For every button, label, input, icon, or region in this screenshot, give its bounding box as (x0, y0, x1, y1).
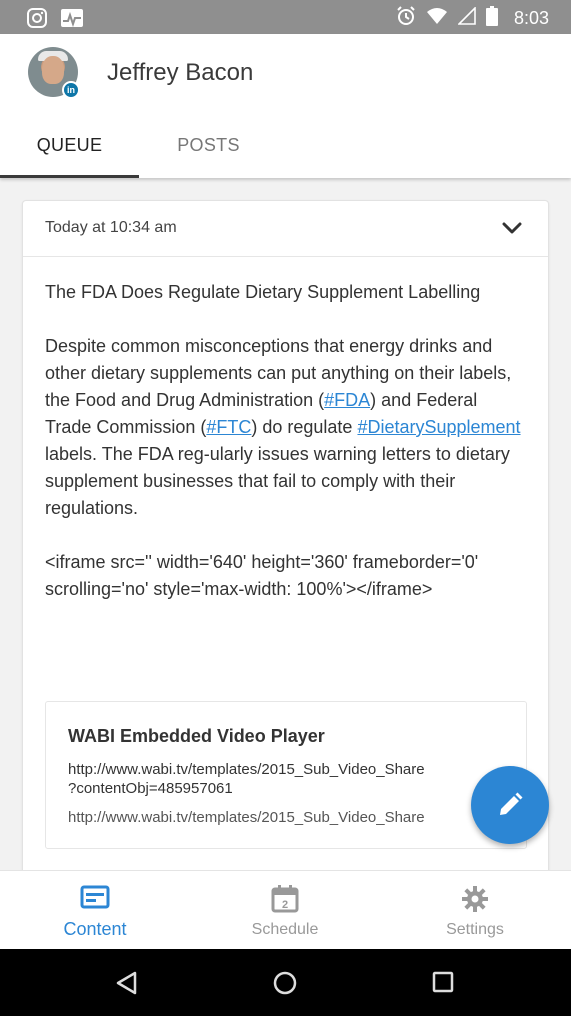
scheduled-time: Today at 10:34 am (45, 219, 177, 236)
status-bar: 8:03 (0, 0, 571, 34)
card-header[interactable]: Today at 10:34 am (23, 201, 548, 257)
nav-settings-label: Settings (446, 921, 504, 938)
recents-icon[interactable] (432, 971, 454, 998)
battery-icon (485, 6, 498, 31)
avatar[interactable]: in (28, 47, 80, 99)
post-text: The FDA Does Regulate Dietary Supplement… (23, 257, 548, 603)
signal-icon (457, 6, 476, 30)
queued-post-card[interactable]: Today at 10:34 am The FDA Does Regulate … (22, 200, 549, 880)
back-icon[interactable] (115, 971, 139, 1000)
nav-settings[interactable]: Settings (380, 871, 570, 950)
nav-schedule-label: Schedule (251, 921, 319, 938)
post-text-segment: ) do regulate (251, 417, 358, 437)
nav-content[interactable]: Content (0, 871, 190, 950)
linkedin-badge-icon: in (62, 81, 80, 99)
calendar-day-number: 2 (282, 899, 288, 911)
hashtag-link-ftc[interactable]: #FTC (206, 417, 251, 437)
link-preview[interactable]: WABI Embedded Video Player http://www.wa… (45, 701, 527, 849)
post-title-line: The FDA Does Regulate Dietary Supplement… (45, 282, 481, 302)
avatar-face (42, 56, 64, 84)
home-icon[interactable] (273, 971, 297, 1000)
nav-schedule[interactable]: 2 Schedule (190, 871, 380, 950)
pencil-icon (500, 792, 523, 815)
active-tab-indicator (0, 175, 139, 178)
link-preview-url: http://www.wabi.tv/templates/2015_Sub_Vi… (68, 809, 425, 826)
profile-name: Jeffrey Bacon (107, 59, 254, 86)
hashtag-link-dietary-supplement[interactable]: #DietarySupplement (357, 417, 520, 437)
wifi-icon (426, 7, 448, 30)
instagram-icon (26, 7, 48, 34)
nav-content-label: Content (63, 919, 127, 939)
post-embed-code: <iframe src='' width='640' height='360' … (45, 552, 479, 599)
hashtag-link-fda[interactable]: #FDA (324, 390, 370, 410)
status-time: 8:03 (513, 8, 549, 28)
post-text-segment: labels. The FDA reg-ularly issues warnin… (45, 444, 510, 518)
calendar-icon: 2 (271, 885, 299, 918)
gear-icon (461, 885, 489, 918)
system-nav-bar (0, 949, 571, 1016)
compose-button[interactable] (471, 766, 549, 844)
alarm-icon (396, 6, 416, 31)
link-preview-description: http://www.wabi.tv/templates/2015_Sub_Vi… (68, 761, 425, 797)
tab-bar: QUEUE POSTS (0, 118, 571, 178)
profile-header: in Jeffrey Bacon QUEUE POSTS (0, 34, 571, 178)
chevron-down-icon[interactable] (502, 221, 522, 235)
tab-posts[interactable]: POSTS (139, 118, 278, 178)
link-preview-title: WABI Embedded Video Player (68, 726, 325, 746)
tab-queue[interactable]: QUEUE (0, 118, 139, 178)
activity-icon (60, 7, 84, 34)
post-paragraph: Despite common misconceptions that energ… (45, 333, 526, 522)
content-icon (80, 885, 110, 914)
bottom-nav: Content 2 Schedule Settings (0, 870, 571, 949)
